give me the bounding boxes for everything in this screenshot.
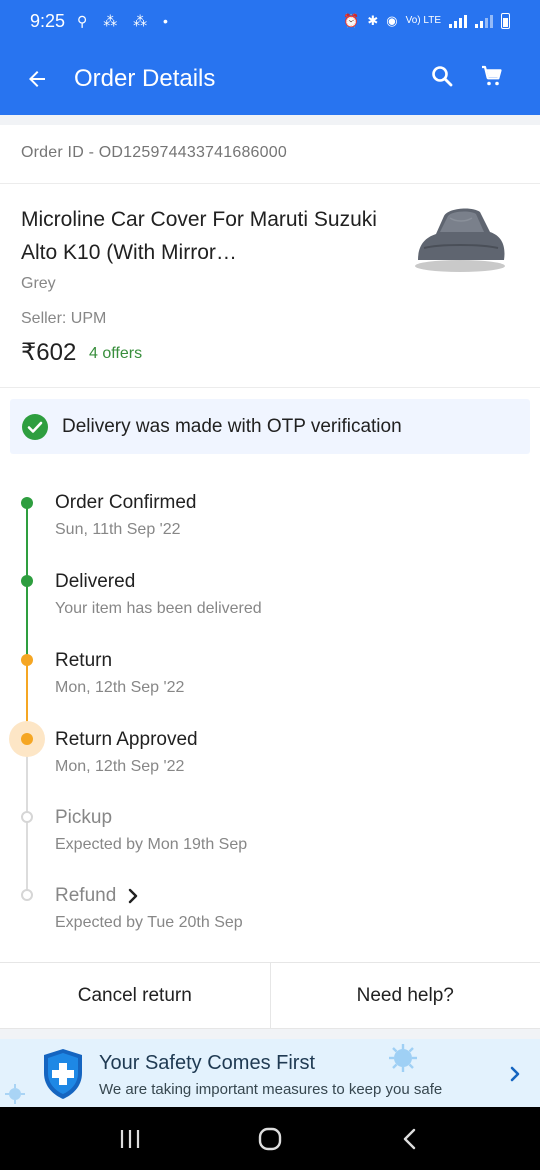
home-button[interactable] [257, 1126, 283, 1152]
timeline-step-title: Delivered [55, 571, 136, 592]
cancel-return-button[interactable]: Cancel return [0, 963, 270, 1028]
timeline-line [26, 817, 28, 895]
signal-icon [449, 14, 467, 28]
safety-title: Your Safety Comes First [99, 1052, 316, 1074]
product-title[interactable]: Microline Car Cover For Maruti Suzuki Al… [21, 203, 381, 269]
timeline-line [26, 581, 28, 660]
timeline-step-title: Refund [55, 885, 117, 906]
timeline-step-title: Return [55, 650, 113, 671]
safety-subtitle: We are taking important measures to keep… [99, 1081, 443, 1098]
status-bar: 9:25 ⚲ ⁂ ⁂ • ⏰ ✱ ◉ Vo) LTE [0, 0, 540, 42]
alarm-icon: ⏰ [343, 13, 360, 28]
product-offers-link[interactable]: 4 offers [89, 345, 142, 363]
refund-step-link[interactable]: Refund [55, 885, 140, 907]
section-gap [0, 1029, 540, 1039]
product-price: ₹602 [21, 339, 77, 366]
network-type-label: Vo) LTE [405, 15, 441, 26]
bluetooth-icon: ✱ [367, 13, 379, 28]
chevron-right-icon [129, 888, 138, 904]
timeline-line [26, 503, 28, 581]
cart-icon [482, 65, 502, 86]
product-color: Grey [21, 275, 56, 292]
timeline-dot-pending [21, 889, 33, 901]
timeline-step-sub: Mon, 12th Sep '22 [55, 679, 185, 696]
need-help-button[interactable]: Need help? [269, 963, 540, 1028]
product-image[interactable] [410, 198, 510, 278]
timeline-step-title: Order Confirmed [55, 492, 197, 513]
otp-notice-text: Delivery was made with OTP verification [62, 415, 402, 437]
virus-icon [389, 1044, 417, 1072]
divider [0, 387, 540, 388]
timeline-step-sub: Your item has been delivered [55, 600, 262, 617]
signal-2-icon [475, 14, 493, 28]
timeline-dot-done [21, 575, 33, 587]
status-time: 9:25 [30, 10, 66, 31]
timeline-dot-return [21, 654, 33, 666]
timeline-dot-done [21, 497, 33, 509]
battery-icon [501, 13, 510, 29]
order-id: Order ID - OD125974433741686000 [21, 144, 287, 161]
status-right-icons: ⏰ ✱ ◉ Vo) LTE [343, 13, 510, 29]
product-seller: Seller: UPM [21, 310, 107, 327]
check-circle-icon [22, 413, 48, 440]
timeline-dot-current [21, 733, 33, 745]
cart-button[interactable] [480, 64, 504, 93]
timeline-step-sub: Expected by Tue 20th Sep [55, 914, 243, 931]
system-nav-bar [0, 1107, 540, 1170]
arrow-back-icon [29, 70, 45, 87]
back-nav-button[interactable] [398, 1127, 422, 1151]
page-title: Order Details [74, 64, 216, 92]
timeline-step-sub: Expected by Mon 19th Sep [55, 836, 248, 853]
timeline-step-sub: Mon, 12th Sep '22 [55, 758, 185, 775]
search-button[interactable] [430, 64, 454, 93]
timeline-dot-pending [21, 811, 33, 823]
timeline-step-title: Pickup [55, 807, 113, 828]
otp-notice: Delivery was made with OTP verification [10, 399, 530, 454]
search-icon [432, 66, 453, 87]
shield-icon [44, 1049, 82, 1099]
recent-apps-button[interactable] [118, 1127, 142, 1151]
back-button[interactable] [0, 67, 74, 91]
app-bar: Order Details [0, 42, 540, 115]
section-gap [0, 115, 540, 125]
timeline-step-sub: Sun, 11th Sep '22 [55, 521, 181, 538]
safety-banner[interactable]: Your Safety Comes First We are taking im… [0, 1039, 540, 1107]
divider [0, 183, 540, 184]
order-actions: Cancel return Need help? [0, 962, 540, 1029]
virus-icon [5, 1084, 25, 1104]
timeline-step-title: Return Approved [55, 729, 198, 750]
hotspot-icon: ◉ [386, 13, 398, 28]
notification-icons: ⚲ ⁂ ⁂ • [77, 12, 174, 29]
chevron-right-icon [510, 1066, 520, 1082]
